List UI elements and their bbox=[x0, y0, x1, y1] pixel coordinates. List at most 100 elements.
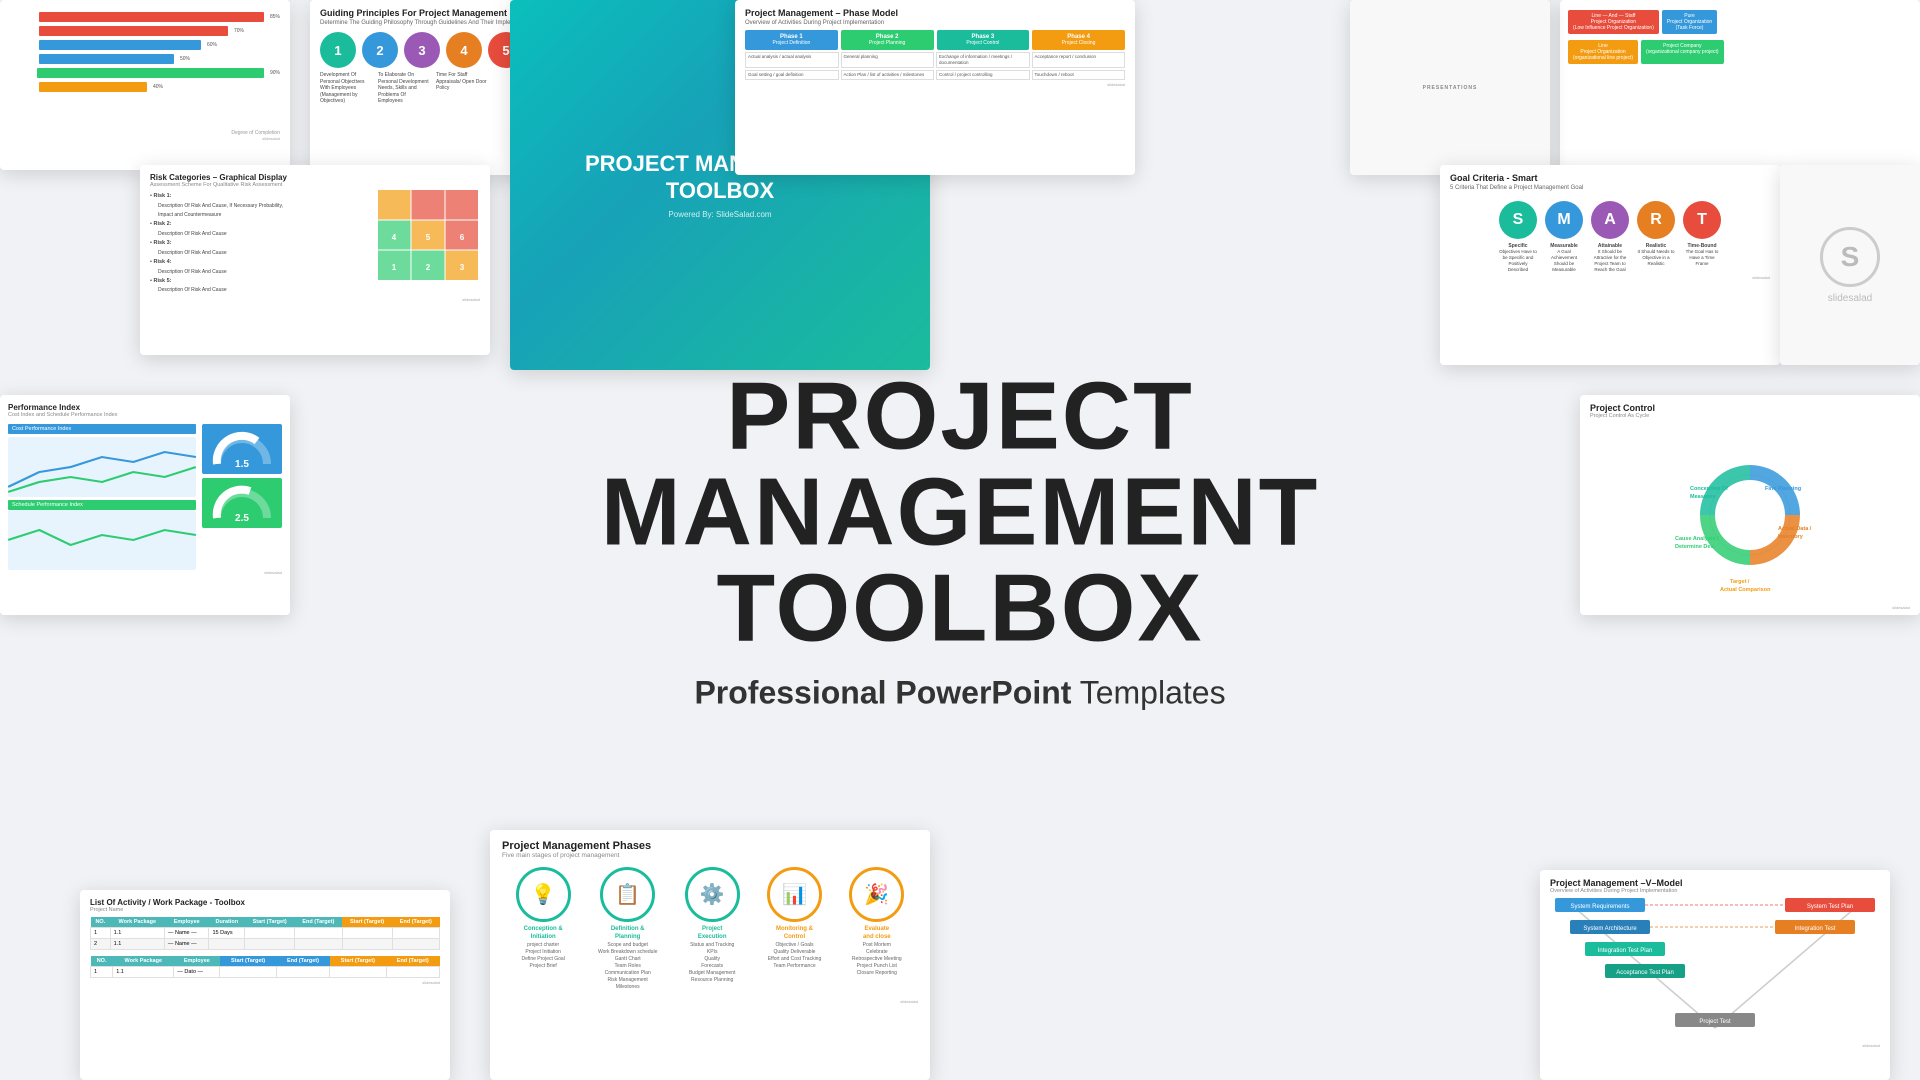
pmp-phase-1: 💡 Conception &Initiation project charter… bbox=[516, 867, 571, 991]
svg-text:System Test Plan: System Test Plan bbox=[1807, 904, 1853, 910]
slide-phase-model: Project Management – Phase Model Overvie… bbox=[735, 0, 1135, 175]
hero-subtitle: Professional PowerPoint Templates bbox=[480, 675, 1440, 712]
table-row: 11.1— Name —15 Days bbox=[91, 928, 440, 939]
svg-text:Cause Analysis /: Cause Analysis / bbox=[1675, 536, 1719, 542]
act-col-wp: Work Package bbox=[110, 917, 164, 928]
slide-v-model: Project Management –V–Model Overview of … bbox=[1540, 870, 1890, 1080]
slide-performance-index: Performance Index Cost Index and Schedul… bbox=[0, 395, 290, 615]
pm-phase-2: Phase 2Project Planning bbox=[841, 30, 934, 50]
svg-text:Actual Data /: Actual Data / bbox=[1778, 526, 1812, 532]
gp-circle-1: 1 bbox=[320, 32, 356, 68]
act-table-2-label: NO. Work Package Employee Start (Target)… bbox=[90, 956, 440, 978]
gp-circle-4: 4 bbox=[446, 32, 482, 68]
pmp-label-1: Conception &Initiation bbox=[516, 926, 571, 942]
svg-text:5: 5 bbox=[426, 233, 431, 242]
svg-text:6: 6 bbox=[460, 233, 465, 242]
pm-phase-3: Phase 3Project Control bbox=[937, 30, 1030, 50]
svg-text:2: 2 bbox=[426, 263, 431, 272]
pm-cell-2-2: Action Plan / list of activities / miles… bbox=[841, 70, 935, 80]
pmp-title: Project Management Phases bbox=[502, 840, 918, 852]
pmp-phase-5: 🎉 Evaluateand close Post MortemCelebrate… bbox=[849, 867, 904, 991]
pmp-desc-2: Scope and budgetWork Breakdown scheduleG… bbox=[598, 942, 657, 991]
pmp-subtitle: Five main stages of project management bbox=[502, 852, 918, 859]
pmp-label-5: Evaluateand close bbox=[849, 926, 904, 942]
risk-brand: slidesalad bbox=[150, 297, 480, 302]
slide-activity-list: List Of Activity / Work Package - Toolbo… bbox=[80, 890, 450, 1080]
risk-matrix: 1 2 3 4 5 6 bbox=[378, 190, 478, 280]
smart-label-s: SpecificObjectives Have to be Specific a… bbox=[1499, 243, 1537, 273]
table-row: 21.1— Name — bbox=[91, 939, 440, 950]
slide-slidesalad-logo: S slidesalad bbox=[1780, 165, 1920, 365]
pm-cell-1-1: Actual analysis / actual analysis bbox=[745, 52, 839, 68]
pc-brand: slidesalad bbox=[1590, 605, 1910, 610]
act-brand: slidesalad bbox=[90, 980, 440, 985]
pm-phase-1: Phase 1Project Definition bbox=[745, 30, 838, 50]
pm-cell-2-1: General planning bbox=[841, 52, 935, 68]
gp-text-2: To Elaborate On Personal Development Nee… bbox=[378, 72, 430, 105]
sched-line-chart bbox=[8, 510, 196, 570]
smart-t: T bbox=[1683, 201, 1721, 239]
pm-brand: slidesalad bbox=[745, 82, 1125, 87]
pc-subtitle: Project Control As Cycle bbox=[1590, 413, 1910, 419]
slide-bar-chart: 85% 70% 60% 50% 90% bbox=[0, 0, 290, 170]
pm-title: Project Management – Phase Model bbox=[745, 8, 1125, 18]
smart-s: S bbox=[1499, 201, 1537, 239]
gc-title: Goal Criteria - Smart bbox=[1450, 173, 1770, 183]
gp-circle-2: 2 bbox=[362, 32, 398, 68]
perf-brand: slidesalad bbox=[8, 570, 282, 575]
slide-risk-categories: Risk Categories – Graphical Display Asse… bbox=[140, 165, 490, 355]
smart-label-m: MeasurableA Goal Achievement Should be M… bbox=[1545, 243, 1583, 273]
svg-text:Inventory: Inventory bbox=[1778, 534, 1804, 540]
pc-title: Project Control bbox=[1590, 403, 1910, 413]
svg-text:Integration Test Plan: Integration Test Plan bbox=[1598, 948, 1653, 954]
slide-goal-criteria: Goal Criteria - Smart 5 Criteria That De… bbox=[1440, 165, 1780, 365]
ss-logo-text: slidesalad bbox=[1828, 293, 1872, 304]
pmp-phase-3: ⚙️ ProjectExecution Status and TrackingK… bbox=[685, 867, 740, 991]
svg-text:Project Test: Project Test bbox=[1699, 1019, 1731, 1025]
gc-subtitle: 5 Criteria That Define a Project Managem… bbox=[1450, 185, 1770, 191]
logo-label: PRESENTATIONS bbox=[1423, 85, 1478, 91]
risk-subtitle: Assessment Scheme For Qualitative Risk A… bbox=[150, 182, 480, 188]
sched-perf-label: Schedule Performance Index bbox=[8, 500, 196, 510]
perf-subtitle: Cost Index and Schedule Performance Inde… bbox=[8, 412, 282, 418]
pmp-label-2: Definition &Planning bbox=[598, 926, 657, 942]
slide-project-control: Project Control Project Control As Cycle… bbox=[1580, 395, 1920, 615]
smart-label-a: AttainableIt Should be Attractive for th… bbox=[1591, 243, 1629, 273]
pc-donut: Fine Planning Actual Data / Inventory Co… bbox=[1590, 425, 1910, 605]
act-table: NO. Work Package Employee Duration Start… bbox=[90, 917, 440, 950]
slide-pm-phases: Project Management Phases Five main stag… bbox=[490, 830, 930, 1080]
pmp-desc-3: Status and TrackingKPIsQualityForecastsB… bbox=[685, 942, 740, 984]
gc-brand: slidesalad bbox=[1450, 275, 1770, 280]
org-box-3: LineProject Organization(organizational … bbox=[1568, 40, 1638, 64]
vm-title: Project Management –V–Model bbox=[1550, 878, 1880, 888]
slide-logo-area: PRESENTATIONS bbox=[1350, 0, 1550, 175]
gauge-schedule: 2.5 bbox=[202, 478, 282, 528]
vm-brand: slidesalad bbox=[1550, 1043, 1880, 1048]
svg-text:Measures: Measures bbox=[1690, 494, 1715, 500]
svg-text:1.5: 1.5 bbox=[235, 459, 249, 469]
pm-phase-4: Phase 4Project Closing bbox=[1032, 30, 1125, 50]
phase-hero-powered: Powered By: SlideSalad.com bbox=[668, 210, 771, 219]
org-box-2: PureProject Organization(Task Force) bbox=[1662, 10, 1717, 34]
act-col-no: NO. bbox=[91, 917, 111, 928]
pmp-phase-2: 📋 Definition &Planning Scope and budgetW… bbox=[598, 867, 657, 991]
svg-text:4: 4 bbox=[392, 233, 397, 242]
svg-text:Conception Of: Conception Of bbox=[1690, 486, 1728, 492]
hero-title: PROJECT MANAGEMENT TOOLBOX bbox=[480, 369, 1440, 657]
bar-chart-brand: slidesalad bbox=[10, 136, 280, 141]
org-boxes: Line — And — StaffProject Organization(L… bbox=[1568, 10, 1912, 64]
gp-text-3: Time For Staff Appraisals/ Open Door Pol… bbox=[436, 72, 488, 105]
svg-text:2.5: 2.5 bbox=[235, 513, 249, 523]
pmp-phase-4: 📊 Monitoring &Control Objective / GoalsQ… bbox=[767, 867, 822, 991]
act-col-dur: Duration bbox=[209, 917, 245, 928]
org-box-4: Project Company(organizational company p… bbox=[1641, 40, 1724, 64]
act-col-end2: End (Target) bbox=[392, 917, 439, 928]
svg-text:Determine Dev.: Determine Dev. bbox=[1675, 544, 1715, 550]
svg-text:Integration Test: Integration Test bbox=[1795, 926, 1836, 932]
pmp-desc-1: project charterProject InitiationDefine … bbox=[516, 942, 571, 970]
smart-r: R bbox=[1637, 201, 1675, 239]
pm-cell-4-2: Touchdown / reboot bbox=[1032, 70, 1126, 80]
act-subtitle: Project Name bbox=[90, 907, 440, 913]
cost-perf-label: Cost Performance Index bbox=[8, 424, 196, 434]
pmp-desc-5: Post MortemCelebrateRetrospective Meetin… bbox=[849, 942, 904, 977]
